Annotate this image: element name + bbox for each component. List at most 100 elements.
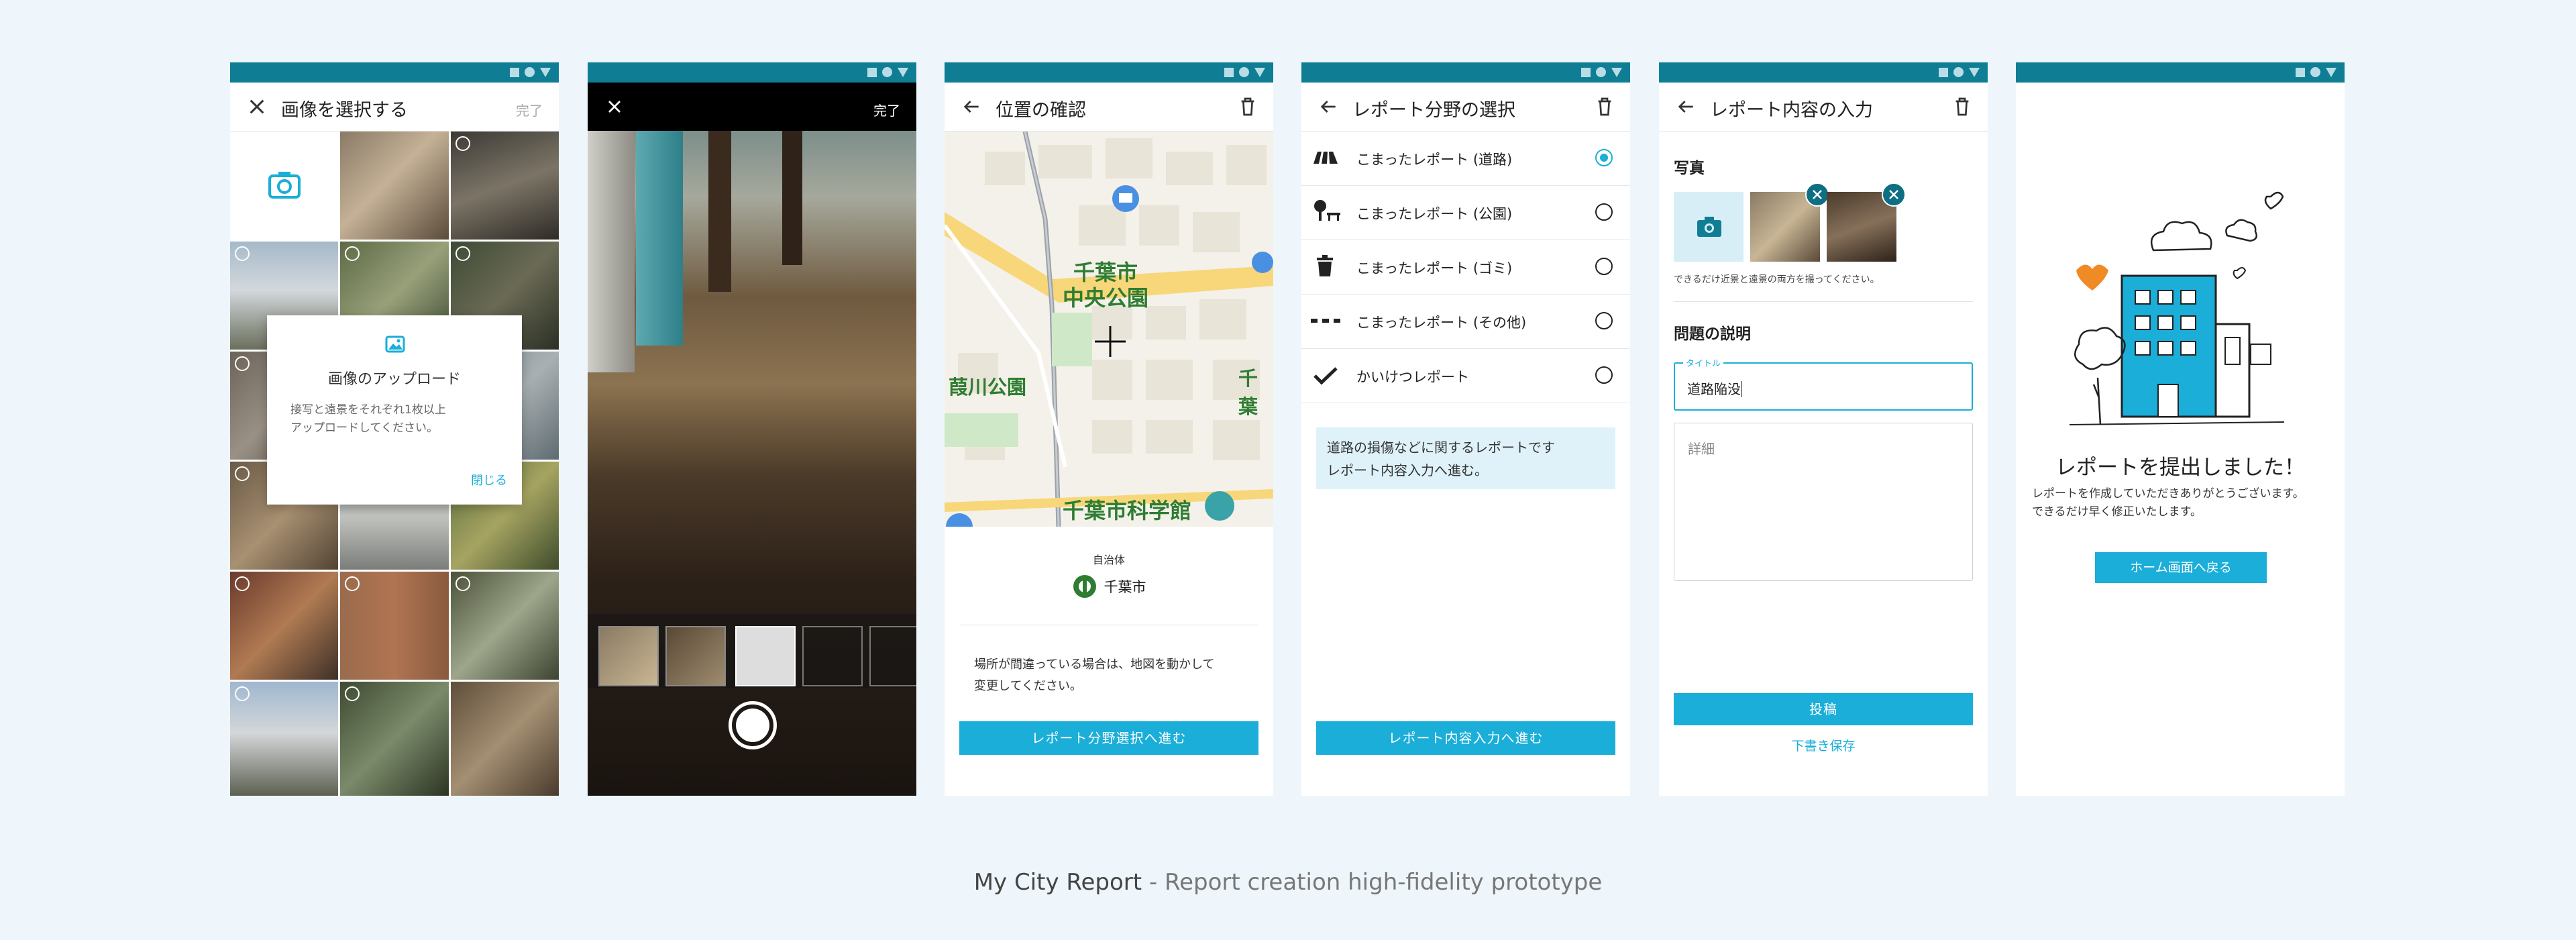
remove-photo-button[interactable] <box>1882 182 1906 207</box>
gallery-photo[interactable] <box>340 132 449 240</box>
gallery-photo[interactable] <box>340 682 449 796</box>
select-circle[interactable] <box>235 356 250 371</box>
radio-selected[interactable] <box>1595 149 1613 166</box>
category-option-resolved[interactable]: かいけつレポート <box>1301 349 1630 403</box>
trash-icon[interactable] <box>1951 96 1973 117</box>
location-note: 場所が間違っている場合は、地図を動かして 変更してください。 <box>974 658 1215 693</box>
map-label-east: 千葉 <box>1238 367 1258 418</box>
title-field-value: 道路陥没 <box>1687 381 1742 397</box>
done-button[interactable]: 完了 <box>873 100 900 119</box>
map-label-museum: 千葉市科学館 <box>1063 498 1192 523</box>
thumbnail-empty[interactable] <box>735 626 796 686</box>
close-icon <box>1889 190 1898 199</box>
radio[interactable] <box>1595 258 1613 275</box>
title-field-label: タイトル <box>1683 356 1724 369</box>
radio[interactable] <box>1595 312 1613 329</box>
radio[interactable] <box>1595 366 1613 384</box>
status-bar <box>230 62 559 83</box>
screen-details: レポート内容の入力 写真 できるだけ近景と遠景の両方を撮ってください。 問題の説… <box>1659 62 1988 796</box>
shutter-button[interactable] <box>729 701 777 749</box>
next-details-button[interactable]: レポート内容入力へ進む <box>1316 721 1615 755</box>
map[interactable]: 千葉市 中央公園 葭川公園 千葉 千葉市科学館 <box>945 132 1273 527</box>
status-bar <box>2016 62 2345 83</box>
gallery-photo[interactable] <box>230 682 338 796</box>
back-arrow-icon[interactable] <box>1675 96 1697 117</box>
attached-photo[interactable] <box>1827 182 1906 262</box>
upload-dialog: 画像のアップロード 接写と遠景をそれぞれ1枚以上 アップロードしてください。 閉… <box>267 315 522 505</box>
detail-field[interactable]: 詳細 <box>1674 423 1973 581</box>
radio[interactable] <box>1595 203 1613 221</box>
done-button[interactable]: 完了 <box>516 100 543 119</box>
screen-category: レポート分野の選択 こまったレポート (道路) こまったレポート (公園) こま… <box>1301 62 1630 796</box>
trash-icon[interactable] <box>1594 96 1615 117</box>
category-option-garbage[interactable]: こまったレポート (ゴミ) <box>1301 240 1630 295</box>
camera-tile[interactable] <box>230 132 338 240</box>
page-title: 画像を選択する <box>281 100 408 121</box>
page-title: レポート内容の入力 <box>1710 100 1873 121</box>
thumbnail-empty[interactable] <box>869 626 916 686</box>
divider <box>1674 301 1973 302</box>
thumbnail[interactable] <box>665 626 726 686</box>
app-bar: レポート内容の入力 <box>1659 83 1988 132</box>
screen-location: 位置の確認 千葉市 中央公園 葭川公園 千葉 千葉市科学館 自治体 千葉市 場所… <box>945 62 1273 796</box>
thumbnail[interactable] <box>598 626 659 686</box>
crosshair-icon <box>1095 326 1126 357</box>
category-option-road[interactable]: こまったレポート (道路) <box>1301 132 1630 186</box>
photos-label: 写真 <box>1674 160 1705 177</box>
map-label-park: 中央公園 <box>1063 285 1149 311</box>
close-icon[interactable] <box>246 96 268 117</box>
check-icon <box>1313 367 1338 385</box>
select-circle[interactable] <box>345 576 360 591</box>
map-label-west: 葭川公園 <box>949 376 1027 399</box>
select-circle[interactable] <box>345 686 360 701</box>
image-icon <box>385 335 405 353</box>
remove-photo-button[interactable] <box>1805 182 1829 207</box>
gallery-photo[interactable] <box>340 572 449 680</box>
camera-icon <box>268 172 301 199</box>
status-bar <box>945 62 1273 83</box>
select-circle[interactable] <box>455 576 470 591</box>
road-icon <box>1313 152 1338 164</box>
select-circle[interactable] <box>235 576 250 591</box>
detail-placeholder: 詳細 <box>1688 441 1715 457</box>
authority-label: 自治体 <box>1092 554 1125 566</box>
select-circle[interactable] <box>345 246 360 261</box>
submit-button[interactable]: 投稿 <box>1674 693 1973 725</box>
thumbnail-empty[interactable] <box>802 626 863 686</box>
select-circle[interactable] <box>235 686 250 701</box>
add-photo-button[interactable] <box>1674 192 1743 262</box>
gallery-photo[interactable] <box>230 572 338 680</box>
close-icon[interactable] <box>604 96 625 117</box>
category-option-other[interactable]: こまったレポート (その他) <box>1301 295 1630 349</box>
screen-camera: 完了 <box>588 62 916 796</box>
screen-select-image: 画像を選択する 完了 画像のアップロード 接写と遠景をそれぞれ1枚以上 アップロ… <box>230 62 559 796</box>
save-draft-link[interactable]: 下書き保存 <box>1659 736 1988 754</box>
select-circle[interactable] <box>455 136 470 151</box>
attached-photo[interactable] <box>1750 182 1829 262</box>
authority-name: 千葉市 <box>1104 579 1146 595</box>
app-bar: レポート分野の選択 <box>1301 83 1630 132</box>
page-caption: My City Report - Report creation high-fi… <box>0 869 2576 896</box>
home-button[interactable]: ホーム画面へ戻る <box>2095 552 2267 583</box>
building <box>636 131 683 346</box>
trash-icon[interactable] <box>1237 96 1258 117</box>
next-category-button[interactable]: レポート分野選択へ進む <box>959 721 1258 755</box>
gallery-photo[interactable] <box>451 682 559 796</box>
camera-viewfinder <box>588 131 916 796</box>
back-arrow-icon[interactable] <box>1318 96 1339 117</box>
gallery-photo[interactable] <box>451 572 559 680</box>
authority: 千葉市 <box>945 574 1273 599</box>
select-circle[interactable] <box>235 246 250 261</box>
category-option-park[interactable]: こまったレポート (公園) <box>1301 186 1630 240</box>
dialog-close-button[interactable]: 閉じる <box>471 471 507 488</box>
gallery-photo[interactable] <box>451 132 559 240</box>
success-message: レポートを作成していただきありがとうございます。 できるだけ早く修正いたします。 <box>2032 487 2304 519</box>
select-circle[interactable] <box>235 466 250 481</box>
status-bar <box>1659 62 1988 83</box>
title-field[interactable]: タイトル 道路陥没 <box>1674 356 1973 411</box>
back-arrow-icon[interactable] <box>961 96 982 117</box>
page-title: 位置の確認 <box>996 100 1086 121</box>
app-bar: 完了 <box>588 83 916 131</box>
tree-trunk <box>708 131 731 292</box>
select-circle[interactable] <box>455 246 470 261</box>
